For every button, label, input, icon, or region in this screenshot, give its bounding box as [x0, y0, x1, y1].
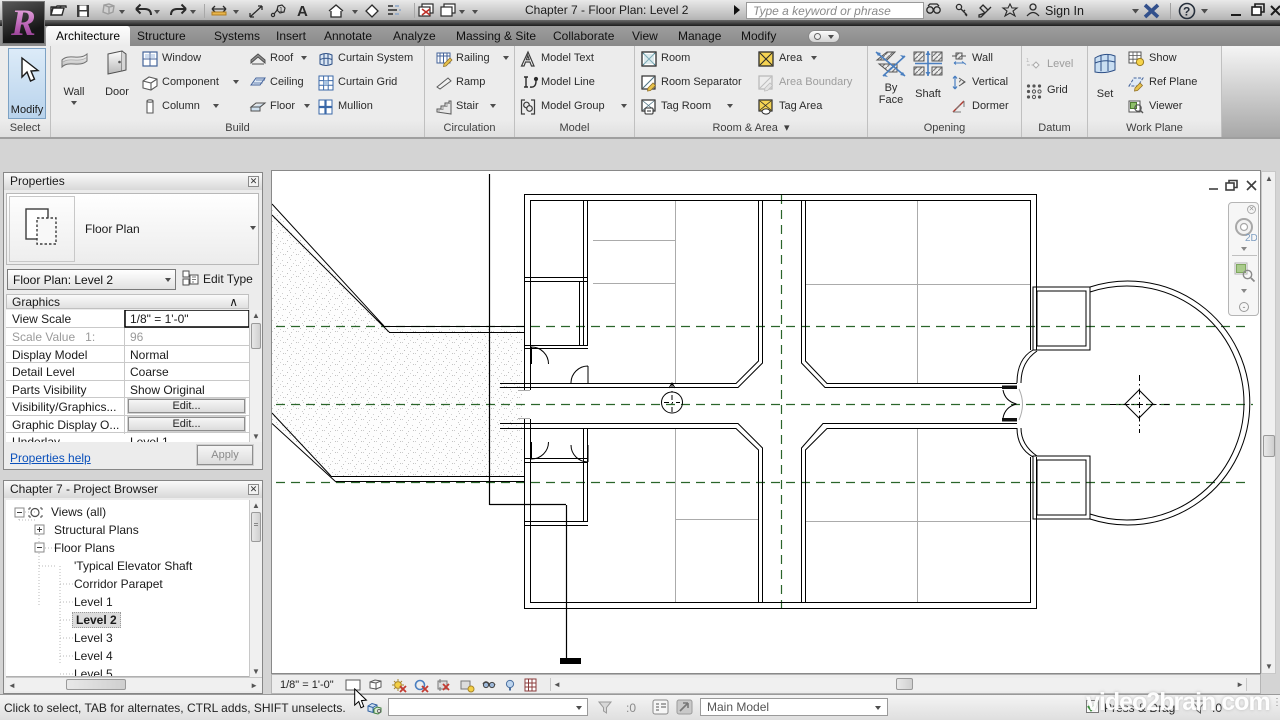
svg-text:1: 1	[1026, 58, 1030, 64]
svg-text:Sign In: Sign In	[1045, 4, 1084, 18]
svg-text:1: 1	[279, 7, 283, 14]
svg-text:?: ?	[1183, 5, 1190, 19]
svg-text:A: A	[297, 3, 308, 20]
svg-text:2D: 2D	[1245, 233, 1257, 243]
